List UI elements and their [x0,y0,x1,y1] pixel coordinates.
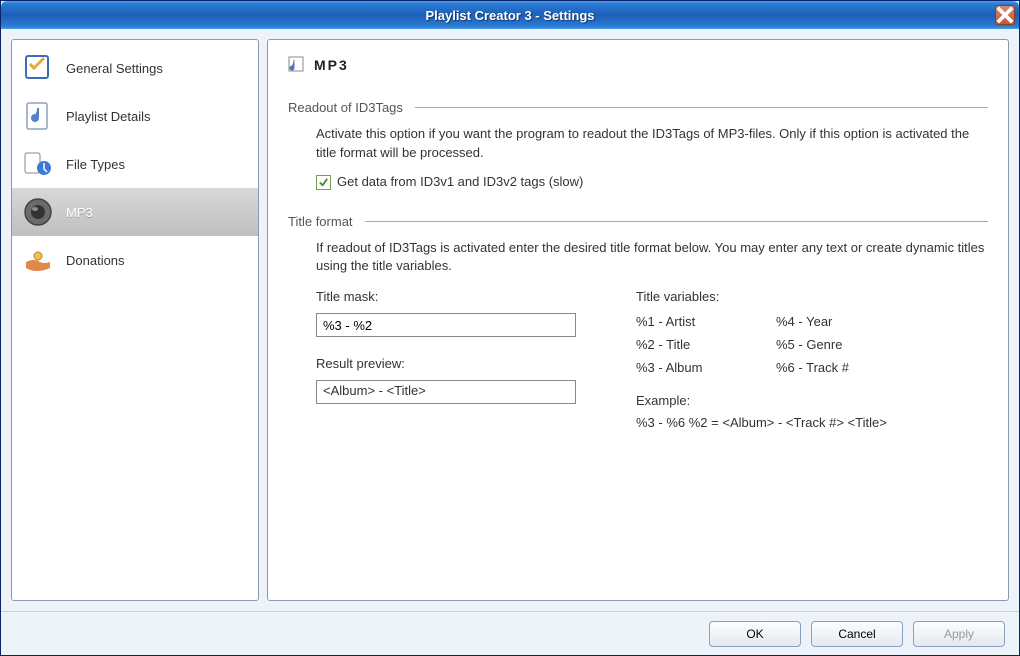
close-icon [996,6,1014,24]
settings-icon [22,52,54,84]
panel-title: MP3 [314,57,349,73]
title-mask-input[interactable] [316,313,576,337]
checkbox-id3[interactable] [316,175,331,190]
var-year: %4 - Year [776,313,916,332]
title-mask-label: Title mask: [316,288,576,307]
result-preview-box: <Album> - <Title> [316,380,576,404]
section-description: If readout of ID3Tags is activated enter… [316,239,988,277]
note-document-icon [22,100,54,132]
section-label: Title format [288,214,353,229]
sidebar-item-label: MP3 [66,205,93,220]
settings-window: Playlist Creator 3 - Settings General Se… [0,0,1020,656]
sidebar-item-label: General Settings [66,61,163,76]
var-title: %2 - Title [636,336,776,355]
example-text: %3 - %6 %2 = <Album> - <Track #> <Title> [636,414,916,433]
check-icon [318,177,329,188]
var-artist: %1 - Artist [636,313,776,332]
sidebar-item-filetypes[interactable]: File Types [12,140,258,188]
sidebar-item-mp3[interactable]: MP3 [12,188,258,236]
example-label: Example: [636,392,916,411]
window-title: Playlist Creator 3 - Settings [425,8,594,23]
panel-header: MP3 [288,56,988,74]
section-format-body: If readout of ID3Tags is activated enter… [288,239,988,434]
var-album: %3 - Album [636,359,776,378]
filetypes-icon [22,148,54,180]
sidebar: General Settings Playlist Details File T… [11,39,259,601]
sidebar-item-label: Playlist Details [66,109,151,124]
sidebar-item-general[interactable]: General Settings [12,44,258,92]
divider [415,107,988,108]
content-area: General Settings Playlist Details File T… [1,29,1019,611]
divider [365,221,988,222]
checkbox-label: Get data from ID3v1 and ID3v2 tags (slow… [337,173,583,192]
sidebar-item-playlist[interactable]: Playlist Details [12,92,258,140]
hand-coins-icon [22,244,54,276]
sidebar-item-label: File Types [66,157,125,172]
section-id3-body: Activate this option if you want the pro… [288,125,988,192]
button-bar: OK Cancel Apply [1,611,1019,655]
result-preview-value: <Album> - <Title> [323,382,426,401]
panel-icon [288,56,306,74]
sidebar-item-label: Donations [66,253,125,268]
speaker-icon [22,196,54,228]
vars-grid: %1 - Artist %4 - Year %2 - Title %5 - Ge… [636,313,916,378]
result-preview-label: Result preview: [316,355,576,374]
section-id3-header: Readout of ID3Tags [288,100,988,115]
section-format-header: Title format [288,214,988,229]
section-description: Activate this option if you want the pro… [316,125,988,163]
var-track: %6 - Track # [776,359,916,378]
sidebar-item-donations[interactable]: Donations [12,236,258,284]
apply-button[interactable]: Apply [913,621,1005,647]
main-panel: MP3 Readout of ID3Tags Activate this opt… [267,39,1009,601]
titlebar[interactable]: Playlist Creator 3 - Settings [1,1,1019,29]
ok-button[interactable]: OK [709,621,801,647]
checkbox-row[interactable]: Get data from ID3v1 and ID3v2 tags (slow… [316,173,988,192]
section-label: Readout of ID3Tags [288,100,403,115]
close-button[interactable] [995,5,1015,25]
cancel-button[interactable]: Cancel [811,621,903,647]
title-vars-label: Title variables: [636,288,916,307]
var-genre: %5 - Genre [776,336,916,355]
